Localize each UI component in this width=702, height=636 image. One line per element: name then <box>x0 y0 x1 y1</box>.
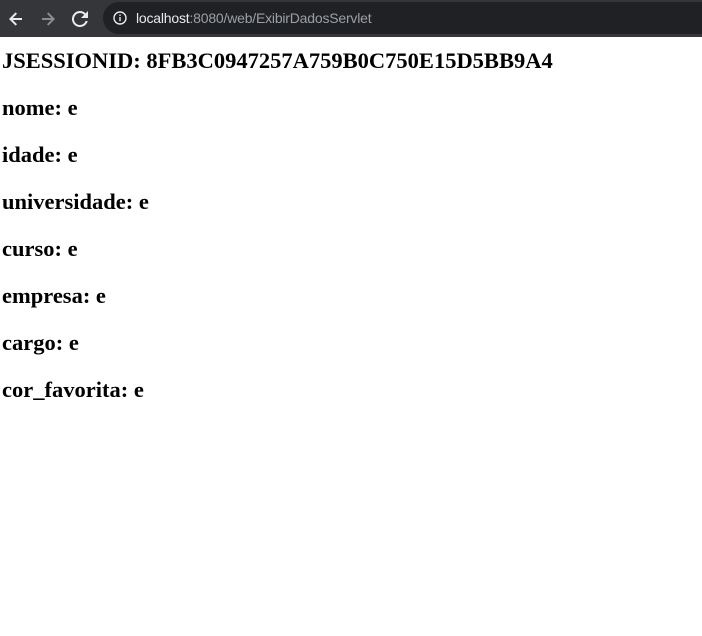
reload-button[interactable] <box>64 0 96 37</box>
address-bar[interactable]: localhost:8080/web/ExibirDadosServlet <box>103 2 702 34</box>
arrow-right-icon <box>40 11 56 27</box>
cargo-heading: cargo: e <box>2 330 79 355</box>
idade-heading: idade: e <box>2 142 78 167</box>
forward-button[interactable] <box>32 0 64 37</box>
browser-toolbar: localhost:8080/web/ExibirDadosServlet <box>0 0 702 37</box>
url-path: :8080/web/ExibirDadosServlet <box>189 10 372 26</box>
url-text: localhost:8080/web/ExibirDadosServlet <box>136 10 372 26</box>
back-button[interactable] <box>0 0 32 37</box>
page-content: JSESSIONID: 8FB3C0947257A759B0C750E15D5B… <box>0 37 702 636</box>
universidade-heading: universidade: e <box>2 189 149 214</box>
curso-heading: curso: e <box>2 236 78 261</box>
info-circle-icon[interactable] <box>112 10 128 26</box>
nome-heading: nome: e <box>2 95 78 120</box>
session-id-heading: JSESSIONID: 8FB3C0947257A759B0C750E15D5B… <box>2 48 553 73</box>
empresa-heading: empresa: e <box>2 283 106 308</box>
reload-icon <box>72 10 88 27</box>
arrow-left-icon <box>8 11 24 27</box>
cor-favorita-heading: cor_favorita: e <box>2 377 144 402</box>
url-host: localhost <box>136 10 190 26</box>
